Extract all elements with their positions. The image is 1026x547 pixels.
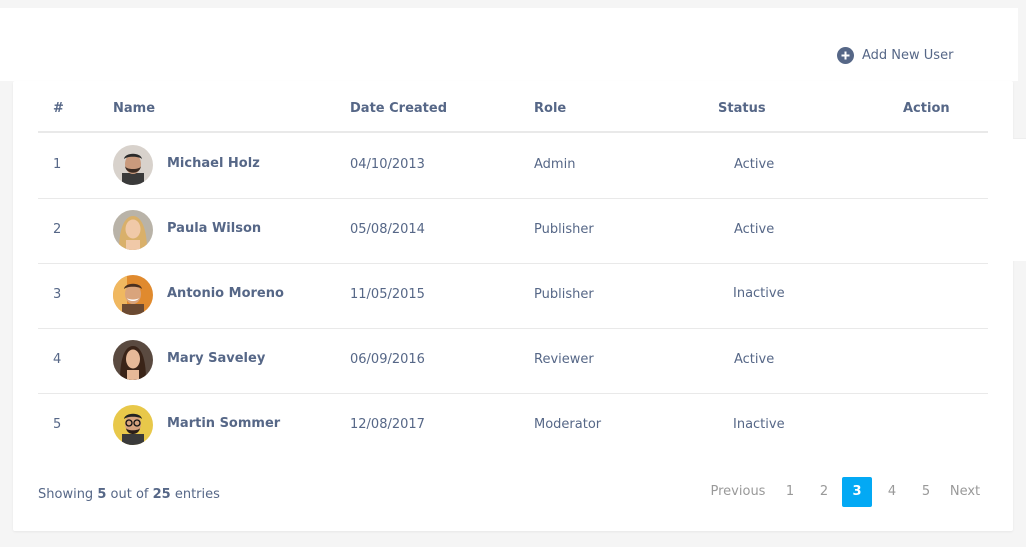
table-row: 5 Martin Sommer 12/08/2017 Moderator Ina… xyxy=(38,393,988,458)
add-new-user-label: Add New User xyxy=(862,47,954,63)
row-date: 04/10/2013 xyxy=(350,157,425,172)
pagination-page-4[interactable]: 4 xyxy=(878,477,906,507)
row-status: Active xyxy=(734,352,775,367)
row-date: 11/05/2015 xyxy=(350,287,425,302)
user-name-link[interactable]: Paula Wilson xyxy=(167,221,261,236)
row-role: Moderator xyxy=(534,417,602,432)
pagination-page-5[interactable]: 5 xyxy=(912,477,940,507)
entries-hint: Showing 5 out of 25 entries xyxy=(38,487,220,502)
row-status: Active xyxy=(734,157,775,172)
row-status: Inactive xyxy=(733,286,785,301)
pagination-previous[interactable]: Previous xyxy=(705,477,771,507)
avatar-woman-brunette-icon xyxy=(113,340,153,380)
hint-middle: out of xyxy=(110,487,149,502)
table-row: 1 Michael Holz 04/10/2013 Admin Active xyxy=(38,133,988,199)
row-index: 5 xyxy=(53,417,62,432)
table-row: 4 Mary Saveley 06/09/2016 Reviewer Activ… xyxy=(38,328,988,394)
row-date: 12/08/2017 xyxy=(350,417,425,432)
pagination-page-1[interactable]: 1 xyxy=(776,477,804,507)
row-index: 3 xyxy=(53,287,62,302)
row-index: 2 xyxy=(53,222,62,237)
user-name-link[interactable]: Antonio Moreno xyxy=(167,286,284,301)
row-role: Publisher xyxy=(534,222,594,237)
avatar-woman-blonde-icon xyxy=(113,210,153,250)
row-index: 4 xyxy=(53,352,62,367)
table-row: 2 Paula Wilson 05/08/2014 Publisher Acti… xyxy=(38,198,988,264)
header-name: Name xyxy=(113,101,156,116)
pagination-next[interactable]: Next xyxy=(946,477,984,507)
avatar-man-beard-icon xyxy=(113,145,153,185)
avatar-man-smiling-icon xyxy=(113,275,153,315)
plus-circle-icon xyxy=(837,46,854,64)
user-name-link[interactable]: Mary Saveley xyxy=(167,351,265,366)
adjacent-panel-edge xyxy=(1013,138,1026,261)
header-action: Action xyxy=(903,101,950,116)
header-panel xyxy=(0,8,1018,81)
row-date: 06/09/2016 xyxy=(350,352,425,367)
pagination-page-3[interactable]: 3 xyxy=(842,477,872,507)
table-header: # Name Date Created Role Status Action xyxy=(38,90,988,133)
user-name-link[interactable]: Michael Holz xyxy=(167,156,260,171)
pagination-page-2[interactable]: 2 xyxy=(810,477,838,507)
header-index: # xyxy=(53,101,64,116)
row-status: Active xyxy=(734,222,775,237)
hint-suffix: entries xyxy=(174,487,220,502)
hint-total-count: 25 xyxy=(152,487,171,502)
row-index: 1 xyxy=(53,157,62,172)
row-date: 05/08/2014 xyxy=(350,222,425,237)
header-status: Status xyxy=(718,101,766,116)
row-role: Admin xyxy=(534,157,576,172)
hint-shown-count: 5 xyxy=(97,487,107,502)
header-date-created: Date Created xyxy=(350,101,447,116)
header-role: Role xyxy=(534,101,567,116)
user-name-link[interactable]: Martin Sommer xyxy=(167,416,280,431)
table-row: 3 Antonio Moreno 11/05/2015 Publisher In… xyxy=(38,263,988,329)
row-status: Inactive xyxy=(733,417,785,432)
avatar-man-glasses-icon xyxy=(113,405,153,445)
add-new-user-button[interactable]: Add New User xyxy=(837,46,953,64)
hint-prefix: Showing xyxy=(38,487,94,502)
row-role: Reviewer xyxy=(534,352,594,367)
row-role: Publisher xyxy=(534,287,594,302)
